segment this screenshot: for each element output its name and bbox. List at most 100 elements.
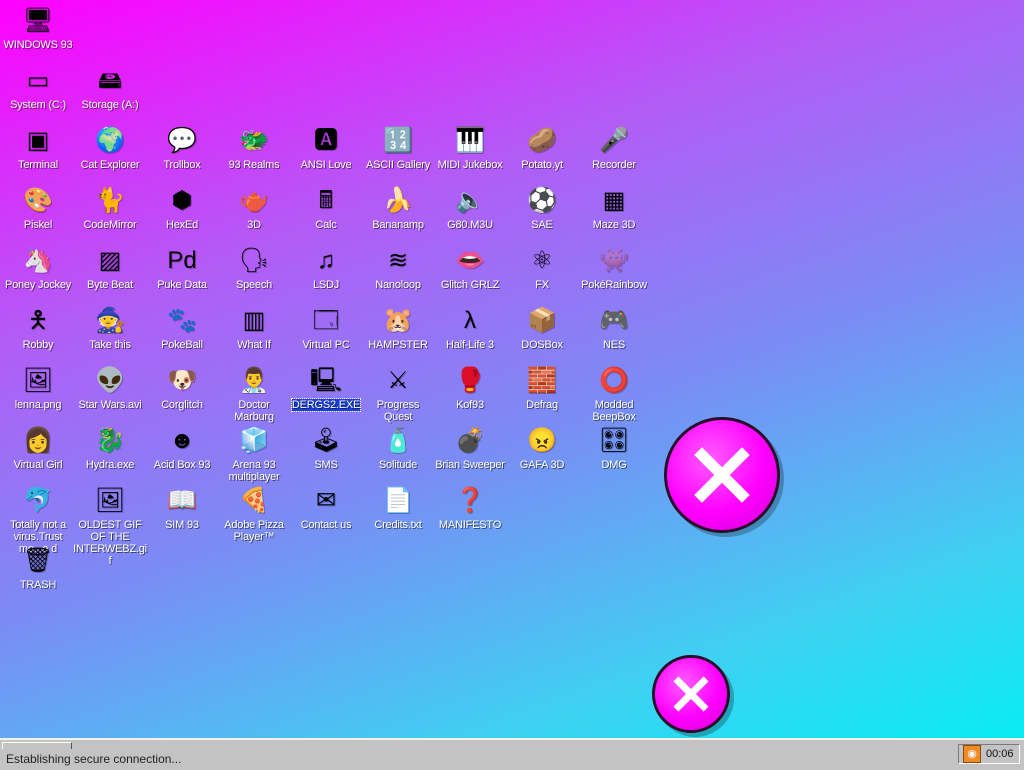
desktop-icon-sms[interactable]: 🕹 SMS xyxy=(290,424,362,482)
desktop-icon-contact-us[interactable]: ✉ Contact us xyxy=(290,484,362,542)
desktop-icon-oldest-gif-of-the-interwebz-gif[interactable]: 🖼 OLDEST GIF OF THE INTERWEBZ.gif xyxy=(73,484,147,567)
desktop-icon-codemirror[interactable]: 🐈 CodeMirror xyxy=(74,184,146,242)
question-icon: ❓ xyxy=(455,487,485,514)
green-ring-icon: ⭕ xyxy=(599,367,629,394)
lsdj-icon: ♫ xyxy=(317,247,335,274)
desktop-icon-glitch-grlz[interactable]: 👄 Glitch GRLZ xyxy=(434,244,506,302)
desktop-icon-piskel[interactable]: 🎨 Piskel xyxy=(2,184,74,242)
letter-pen-icon: ✉ xyxy=(315,487,337,514)
desktop-icon-label: Half-Life 3 xyxy=(446,339,494,351)
desktop-icon-bananamp[interactable]: 🍌 Bananamp xyxy=(362,184,434,242)
desktop-icon-trollbox[interactable]: 💬 Trollbox xyxy=(146,124,218,182)
desktop-icon-label: NES xyxy=(602,339,626,351)
desktop-icon-kof93[interactable]: 🥊 Kof93 xyxy=(434,364,506,422)
what-if-icon: ▥ xyxy=(242,307,266,334)
desktop-icon-label: WINDOWS 93 xyxy=(3,39,73,51)
desktop-icon-what-if[interactable]: ▥ What If xyxy=(218,304,290,362)
desktop-icon-dmg[interactable]: 🎛 DMG xyxy=(578,424,650,482)
desktop-icon-adobe-pizza-player[interactable]: 🍕 Adobe Pizza Player™ xyxy=(218,484,290,543)
desktop-icon-recorder[interactable]: 🎤 Recorder xyxy=(578,124,650,182)
desktop-icon-sae[interactable]: ⚽ SAE xyxy=(506,184,578,242)
desktop-icon-cat-explorer[interactable]: 🌍 Cat Explorer xyxy=(74,124,146,182)
corgi-icon: 🐶 xyxy=(167,367,197,394)
desktop-icon-label: Speech xyxy=(235,279,273,291)
desktop-icon-windows-93[interactable]: 🖥 WINDOWS 93 xyxy=(2,4,74,62)
dragon-icon: 🐉 xyxy=(95,427,125,454)
stick-figure-icon: 🯅 xyxy=(27,307,49,334)
desktop-icon-brian-sweeper[interactable]: 💣 Brian Sweeper xyxy=(434,424,506,482)
desktop-icon-label: HexEd xyxy=(165,219,199,231)
desktop-icon-pok-rainbow[interactable]: 👾 PokéRainbow xyxy=(578,244,650,302)
start-button[interactable] xyxy=(2,742,72,749)
desktop-icon-byte-beat[interactable]: ▨ Byte Beat xyxy=(74,244,146,302)
desktop-icon-label: Calc xyxy=(315,219,337,231)
desktop-icon-dergs2-exe[interactable]: 🖳 DERGS2.EXE xyxy=(290,364,362,422)
desktop-icon-midi-jukebox[interactable]: 🎹 MIDI Jukebox xyxy=(434,124,506,182)
maze-icon: ▦ xyxy=(602,187,626,214)
desktop-icon-corglitch[interactable]: 🐶 Corglitch xyxy=(146,364,218,422)
pixel-guy-icon: 🧙 xyxy=(95,307,125,334)
desktop-icon-defrag[interactable]: 🧱 Defrag xyxy=(506,364,578,422)
desktop-icon-label: DOSBox xyxy=(521,339,563,351)
desktop-icon-take-this[interactable]: 🧙 Take this xyxy=(74,304,146,362)
puredata-icon: Pd xyxy=(167,247,197,274)
desktop-icon-poney-jockey[interactable]: 🦄 Poney Jockey xyxy=(2,244,74,302)
drive-icon: ▭ xyxy=(26,67,50,94)
desktop-icon-dosbox[interactable]: 📦 DOSBox xyxy=(506,304,578,362)
desktop-icon-3d[interactable]: 🫖 3D xyxy=(218,184,290,242)
desktop-icon-lenna-png[interactable]: 🖼 lenna.png xyxy=(2,364,74,422)
desktop-icon-speech[interactable]: 🗣 Speech xyxy=(218,244,290,302)
desktop-icon-hampster[interactable]: 🐹 HAMPSTER xyxy=(362,304,434,362)
desktop-icon-nes[interactable]: 🎮 NES xyxy=(578,304,650,362)
desktop-icon-solitude[interactable]: 🧴 Solitude xyxy=(362,424,434,482)
desktop-icon-hexed[interactable]: ⬢ HexEd xyxy=(146,184,218,242)
desktop-icon-ascii-gallery[interactable]: 🔢 ASCII Gallery xyxy=(362,124,434,182)
desktop-icon-gafa-3d[interactable]: 😠 GAFA 3D xyxy=(506,424,578,482)
desktop-icon-sim-93[interactable]: 📖 SIM 93 xyxy=(146,484,218,542)
desktop-icon-totally-not-a-virus-trust-me-a-d[interactable]: 🐬 Totally not a virus.Trust me...a d xyxy=(2,484,74,555)
doctor-icon: 👨‍⚕️ xyxy=(239,367,269,394)
desktop-icon-label: Acid Box 93 xyxy=(153,459,211,471)
desktop-icon-storage-a[interactable]: 🖴 Storage (A:) xyxy=(74,64,146,122)
desktop-icon-system-c[interactable]: ▭ System (C:) xyxy=(2,64,74,122)
desktop-icon-arena-93-multiplayer[interactable]: 🧊 Arena 93 multiplayer xyxy=(218,424,290,483)
desktop-icon-half-life-3[interactable]: λ Half-Life 3 xyxy=(434,304,506,362)
desktop-icon-modded-beepbox[interactable]: ⭕ Modded BeepBox xyxy=(578,364,650,423)
desktop-icon-virtual-pc[interactable]: 🗔 Virtual PC xyxy=(290,304,362,362)
desktop-icon-label: LSDJ xyxy=(312,279,340,291)
desktop-icon-manifesto[interactable]: ❓ MANIFESTO xyxy=(434,484,506,542)
desktop-icon-terminal[interactable]: ▣ Terminal xyxy=(2,124,74,182)
desktop-icon-star-wars-avi[interactable]: 👽 Star Wars.avi xyxy=(74,364,146,422)
book-icon: 📖 xyxy=(167,487,197,514)
desktop-icon-label: Bananamp xyxy=(372,219,424,231)
desktop-icon-virtual-girl[interactable]: 👩 Virtual Girl xyxy=(2,424,74,482)
desktop-icon-acid-box-93[interactable]: ☻ Acid Box 93 xyxy=(146,424,218,482)
amiga-ball-icon: ⚽ xyxy=(527,187,557,214)
desktop-icon-trash[interactable]: 🗑 TRASH xyxy=(2,544,74,602)
recycle-bin-icon: 🗑 xyxy=(22,547,54,574)
small-close-x-button[interactable] xyxy=(652,655,730,733)
desktop-icon-pokeball[interactable]: 🐾 PokeBall xyxy=(146,304,218,362)
desktop-icon-fx[interactable]: ⚛ FX xyxy=(506,244,578,302)
codemirror-icon: 🐈 xyxy=(95,187,125,214)
desktop-icon-label: MANIFESTO xyxy=(438,519,502,531)
desktop-icon-robby[interactable]: 🯅 Robby xyxy=(2,304,74,362)
desktop-icon-progress-quest[interactable]: ⚔ Progress Quest xyxy=(362,364,434,423)
desktop-icon-lsdj[interactable]: ♫ LSDJ xyxy=(290,244,362,302)
desktop-icon-ansi-love[interactable]: 🅰 ANSI Love xyxy=(290,124,362,182)
desktop-icon-potato-yt[interactable]: 🥔 Potato.yt xyxy=(506,124,578,182)
desktop-icon-nanoloop[interactable]: ≋ Nanoloop xyxy=(362,244,434,302)
microphone-icon: 🎤 xyxy=(599,127,629,154)
desktop-icon-maze-3d[interactable]: ▦ Maze 3D xyxy=(578,184,650,242)
desktop-icon-credits-txt[interactable]: 📄 Credits.txt xyxy=(362,484,434,542)
desktop-icon-hydra-exe[interactable]: 🐉 Hydra.exe xyxy=(74,424,146,482)
desktop-icon-label: Cat Explorer xyxy=(80,159,140,171)
rss-icon[interactable]: ◉ xyxy=(963,745,981,763)
large-close-x-button[interactable] xyxy=(664,417,780,533)
desktop-icon-doctor-marburg[interactable]: 👨‍⚕️ Doctor Marburg xyxy=(218,364,290,423)
desktop-icon-93-realms[interactable]: 🐲 93 Realms xyxy=(218,124,290,182)
desktop-icon-g80-m3u[interactable]: 🔈 G80.M3U xyxy=(434,184,506,242)
mine-icon: 💣 xyxy=(455,427,485,454)
desktop-icon-puke-data[interactable]: Pd Puke Data xyxy=(146,244,218,302)
desktop-icon-calc[interactable]: 🖩 Calc xyxy=(290,184,362,242)
